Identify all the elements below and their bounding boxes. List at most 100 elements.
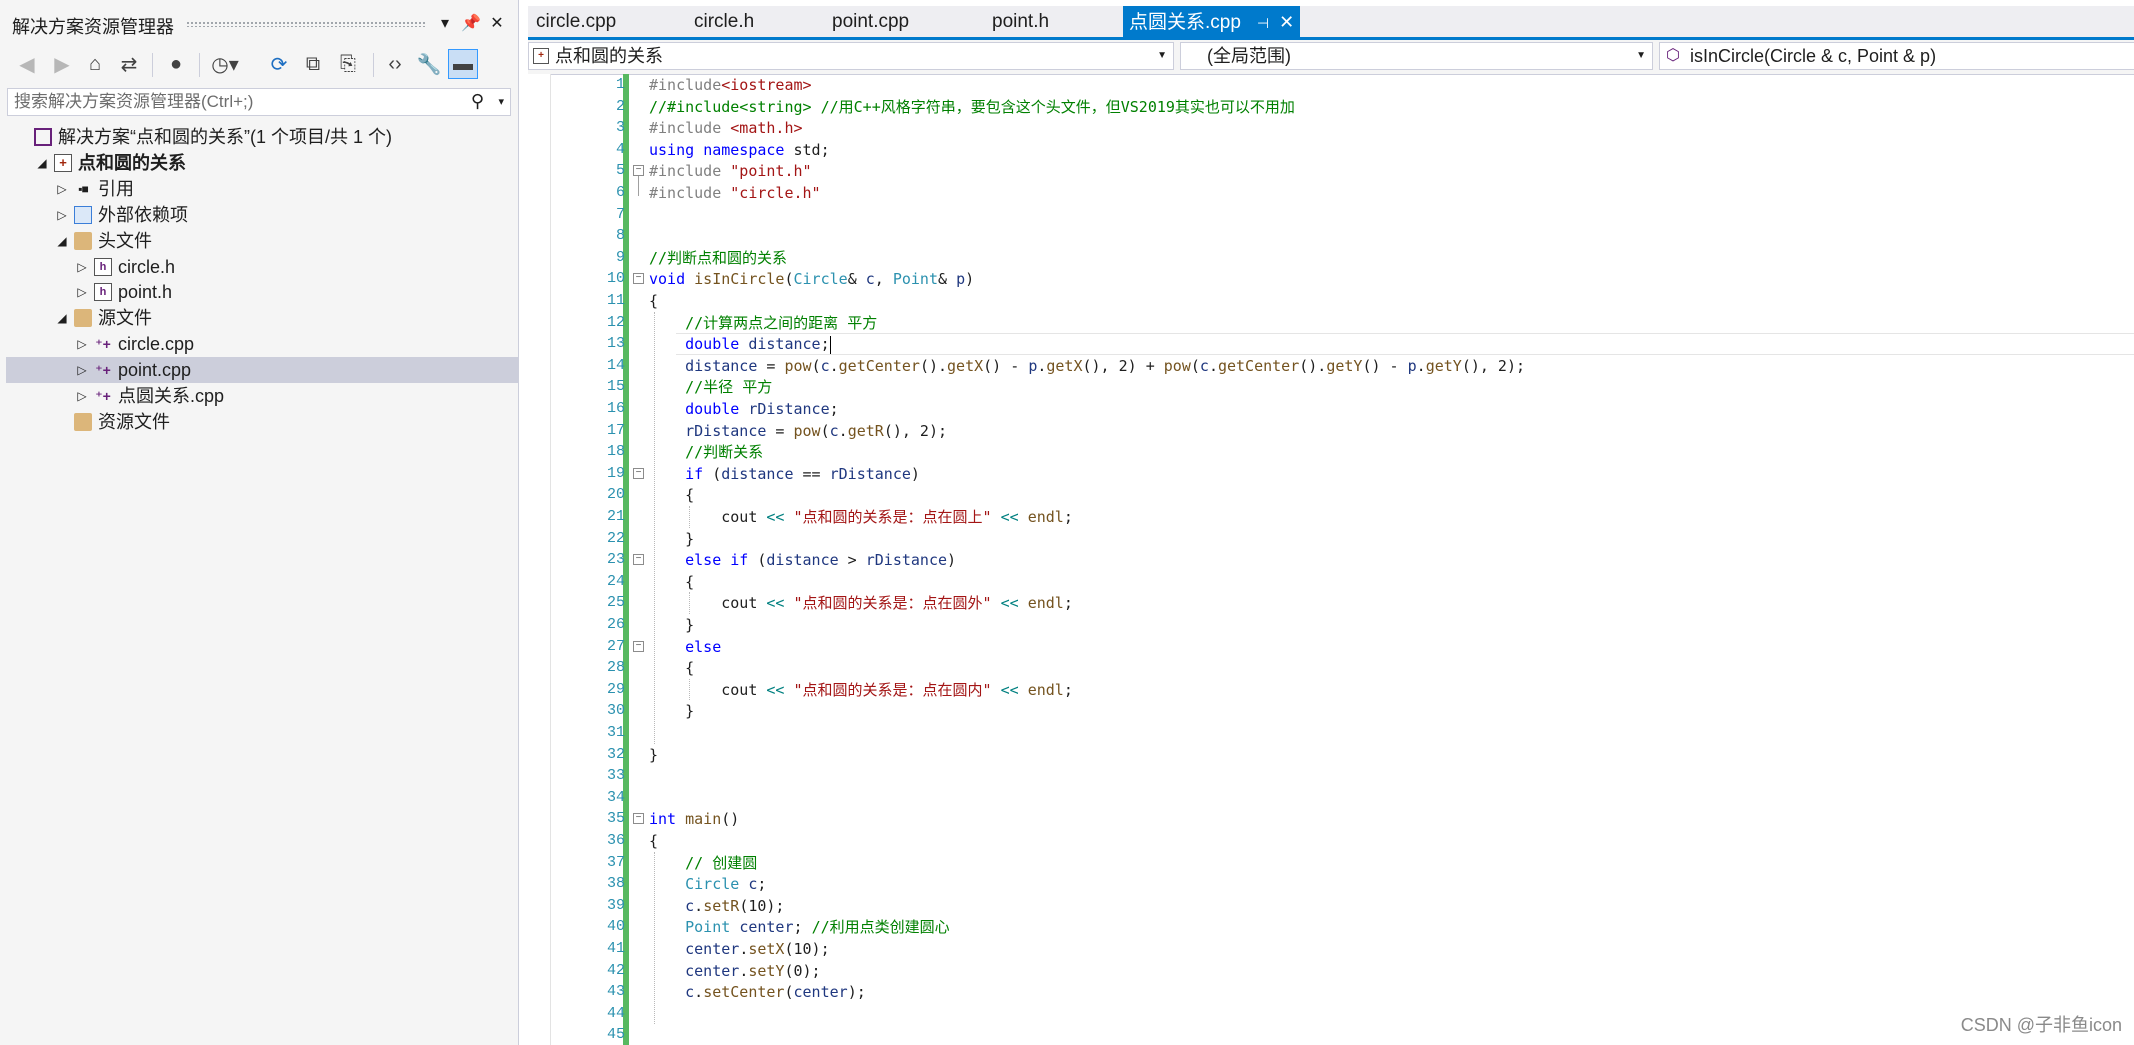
tab-point-cpp[interactable]: point.cpp <box>832 6 909 38</box>
code-line[interactable]: using namespace std; <box>649 139 830 161</box>
home-icon[interactable]: ⌂ <box>80 49 110 79</box>
tree-item[interactable]: 资源文件 <box>6 409 518 435</box>
code-line[interactable]: } <box>649 700 694 722</box>
code-line[interactable]: //判断关系 <box>649 441 763 463</box>
code-line[interactable]: double rDistance; <box>649 398 839 420</box>
dropdown-icon[interactable]: ▾ <box>433 12 457 36</box>
tree-item[interactable]: 解决方案“点和圆的关系”(1 个项目/共 1 个) <box>6 124 518 150</box>
collapse-region-icon[interactable]: − <box>633 467 644 479</box>
code-line[interactable]: { <box>649 290 658 312</box>
line-number: 29 <box>606 680 625 698</box>
switch-views-icon[interactable]: ⇄ <box>114 49 144 79</box>
tab-pin-icon[interactable]: ⊣ <box>1257 7 1269 39</box>
globe-icon[interactable]: ● <box>161 49 191 79</box>
sync-icon[interactable]: ⟳ <box>264 49 294 79</box>
tree-item[interactable]: ◢ 源文件 <box>6 305 518 331</box>
collapse-region-icon[interactable]: − <box>633 165 644 177</box>
code-line[interactable]: //半径 平方 <box>649 376 772 398</box>
scope-dropdown[interactable]: (全局范围) ▼ <box>1180 42 1653 70</box>
code-line[interactable]: rDistance = pow(c.getR(), 2); <box>649 420 947 442</box>
expanded-arrow-icon[interactable]: ◢ <box>34 150 50 176</box>
tab-circle-h[interactable]: circle.h <box>694 6 754 38</box>
tree-item[interactable]: ◢ + 点和圆的关系 <box>6 150 518 176</box>
member-dropdown[interactable]: ⬡ isInCircle(Circle & c, Point & p) <box>1659 42 2134 70</box>
expanded-arrow-icon[interactable]: ◢ <box>54 228 70 254</box>
collapse-region-icon[interactable]: − <box>633 813 644 825</box>
line-number: 24 <box>606 572 625 590</box>
code-line[interactable]: #include<iostream> <box>649 74 812 96</box>
tab-close-icon[interactable]: ✕ <box>1279 6 1294 38</box>
code-line[interactable]: if (distance == rDistance) <box>649 463 920 485</box>
code-line[interactable]: void isInCircle(Circle& c, Point& p) <box>649 268 974 290</box>
code-line[interactable]: } <box>649 528 694 550</box>
indent-guide <box>689 506 690 528</box>
code-line[interactable]: #include <math.h> <box>649 117 803 139</box>
code-line[interactable]: Circle c; <box>649 873 766 895</box>
code-line[interactable]: { <box>649 571 694 593</box>
collapsed-arrow-icon[interactable]: ▷ <box>74 279 90 305</box>
titlebar-grip[interactable] <box>186 21 426 27</box>
tree-item[interactable]: ◢ 头文件 <box>6 228 518 254</box>
code-line[interactable]: { <box>649 484 694 506</box>
tab-circle-cpp[interactable]: circle.cpp <box>536 6 616 38</box>
code-line[interactable]: cout << "点和圆的关系是：点在圆上" << endl; <box>649 506 1073 528</box>
code-line[interactable]: //#include<string> //用C++风格字符串，要包含这个头文件，… <box>649 96 1295 118</box>
code-line[interactable]: //计算两点之间的距离 平方 <box>649 312 877 334</box>
expanded-arrow-icon[interactable]: ◢ <box>54 305 70 331</box>
code-line[interactable]: else if (distance > rDistance) <box>649 549 956 571</box>
code-area[interactable]: 1 #include<iostream> 2 //#include<string> /… <box>528 74 2134 1045</box>
code-line[interactable]: } <box>649 744 658 766</box>
collapsed-arrow-icon[interactable]: ▷ <box>54 176 70 202</box>
code-line[interactable]: distance = pow(c.getCenter().getX() - p.… <box>649 355 1525 377</box>
code-line[interactable]: c.setCenter(center); <box>649 981 866 1003</box>
close-icon[interactable]: ✕ <box>485 12 509 36</box>
collapse-region-icon[interactable]: − <box>633 273 644 285</box>
tree-item[interactable]: ▷ 外部依赖项 <box>6 202 518 228</box>
collapsed-arrow-icon[interactable]: ▷ <box>74 331 90 357</box>
tree-item[interactable]: ▷ h circle.h <box>6 254 518 280</box>
code-line[interactable]: else <box>649 636 721 658</box>
collapsed-arrow-icon[interactable]: ▷ <box>74 357 90 383</box>
code-line[interactable]: int main() <box>649 808 739 830</box>
tree-item[interactable]: ▷ h point.h <box>6 279 518 305</box>
back-icon[interactable]: ◀ <box>12 49 42 79</box>
search-input[interactable] <box>14 91 454 113</box>
tree-item[interactable]: ▷ ⁺+ circle.cpp <box>6 331 518 357</box>
tree-item[interactable]: ▷ ▪■ 引用 <box>6 176 518 202</box>
line-number: 28 <box>606 659 625 677</box>
search-options-dropdown-icon[interactable]: ▾ <box>498 95 504 108</box>
code-line[interactable]: cout << "点和圆的关系是：点在圆外" << endl; <box>649 592 1073 614</box>
code-line[interactable]: c.setR(10); <box>649 895 784 917</box>
history-icon[interactable]: ◷▾ <box>210 49 240 79</box>
tree-item[interactable]: ▷ ⁺+ 点圆关系.cpp <box>6 383 518 409</box>
collapse-region-icon[interactable]: − <box>633 640 644 652</box>
collapse-region-icon[interactable]: − <box>633 554 644 566</box>
code-line[interactable]: // 创建圆 <box>649 852 757 874</box>
code-line[interactable]: center.setY(0); <box>649 960 820 982</box>
tab-active-file[interactable]: 点圆关系.cpp ⊣ ✕ <box>1123 6 1301 39</box>
code-line[interactable]: cout << "点和圆的关系是：点在圆内" << endl; <box>649 679 1073 701</box>
show-all-files-icon[interactable]: ⎘ <box>333 49 363 79</box>
properties-icon[interactable]: 🔧 <box>414 49 444 79</box>
code-line[interactable]: center.setX(10); <box>649 938 830 960</box>
forward-icon[interactable]: ▶ <box>47 49 77 79</box>
code-line[interactable]: //判断点和圆的关系 <box>649 247 787 269</box>
code-line[interactable]: #include "point.h" <box>649 160 812 182</box>
collapse-all-icon[interactable]: ⧉ <box>298 49 328 79</box>
pin-icon[interactable]: 📌 <box>459 12 483 36</box>
code-line[interactable]: Point center; //利用点类创建圆心 <box>649 916 950 938</box>
code-line[interactable]: { <box>649 830 658 852</box>
project-dropdown[interactable]: + 点和圆的关系 ▼ <box>528 42 1174 70</box>
view-code-icon[interactable]: ‹› <box>380 49 410 79</box>
code-line[interactable]: double distance; <box>649 333 831 355</box>
code-line[interactable]: #include "circle.h" <box>649 182 821 204</box>
tree-item[interactable]: ▷ ⁺+ point.cpp <box>6 357 518 384</box>
collapsed-arrow-icon[interactable]: ▷ <box>74 254 90 280</box>
preview-icon[interactable]: ▬ <box>448 49 478 79</box>
code-line[interactable]: } <box>649 614 694 636</box>
code-line[interactable]: { <box>649 657 694 679</box>
collapsed-arrow-icon[interactable]: ▷ <box>74 383 90 409</box>
collapsed-arrow-icon[interactable]: ▷ <box>54 202 70 228</box>
search-icon[interactable]: ⚲ <box>471 91 484 112</box>
tab-point-h[interactable]: point.h <box>992 6 1049 38</box>
